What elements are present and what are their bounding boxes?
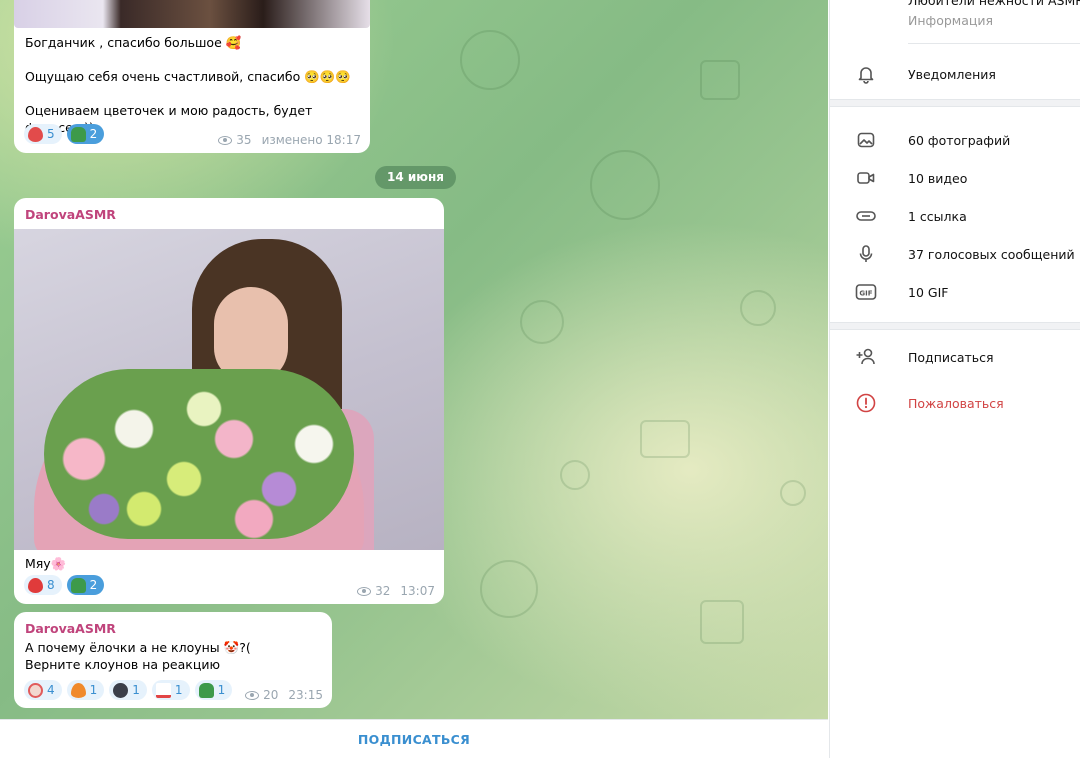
message-photo[interactable] — [14, 229, 444, 550]
photo-icon — [855, 129, 877, 151]
subscribe-row[interactable]: Подписаться — [830, 340, 1080, 374]
reaction-moon[interactable]: 1 — [109, 680, 147, 700]
new-moon-face-icon — [113, 682, 129, 698]
link-icon — [855, 205, 877, 227]
warning-icon — [855, 392, 877, 414]
subscribe-label: Подписаться — [908, 349, 994, 365]
section-separator — [830, 99, 1080, 107]
add-user-icon — [855, 346, 877, 368]
reaction-clown[interactable]: 4 — [24, 680, 62, 700]
reaction-tree[interactable]: 1 — [194, 680, 233, 700]
wallpaper-doodle — [590, 150, 660, 220]
message-bubble[interactable]: DarovaASMR А почему ёлочки а не клоуны 🤡… — [14, 612, 332, 708]
reactions-row: 4 1 1 1 1 — [24, 680, 233, 700]
svg-text:GIF: GIF — [859, 290, 872, 298]
reaction-tree[interactable]: 2 — [66, 575, 105, 595]
microphone-icon — [855, 243, 877, 265]
chat-area: Богданчик , спасибо большое 🥰 Ощущаю себ… — [0, 0, 828, 719]
notifications-row[interactable]: Уведомления — [830, 57, 1080, 91]
reactions-row: 8 2 — [24, 575, 105, 595]
wallpaper-doodle — [460, 30, 520, 90]
christmas-tree-icon — [70, 577, 86, 593]
message-bubble[interactable]: DarovaASMR Мяу🌸 8 2 32 13:07 — [14, 198, 444, 604]
section-separator — [830, 322, 1080, 330]
reaction-heart[interactable]: 8 — [24, 575, 62, 595]
media-gif-row[interactable]: GIF 10 GIF — [830, 275, 1080, 309]
message-text: Богданчик , спасибо большое 🥰 Ощущаю себ… — [25, 35, 351, 135]
bell-icon — [855, 63, 877, 85]
report-label: Пожаловаться — [908, 395, 1004, 411]
message-meta: 35 изменено 18:17 — [218, 133, 361, 147]
heart-fire-icon — [28, 126, 43, 142]
hundred-points-icon — [155, 682, 171, 698]
video-icon — [855, 167, 877, 189]
views-count: 20 — [263, 688, 279, 702]
message-photo-crop[interactable] — [14, 0, 370, 28]
media-videos-row[interactable]: 10 видео — [830, 161, 1080, 195]
media-voice-label: 37 голосовых сообщений — [908, 246, 1075, 262]
media-photos-row[interactable]: 60 фотографий — [830, 123, 1080, 157]
reaction-hundred[interactable]: 1 — [151, 680, 190, 700]
wallpaper-doodle — [480, 560, 538, 618]
wallpaper-doodle — [740, 290, 776, 326]
notifications-label: Уведомления — [908, 66, 996, 82]
report-row[interactable]: Пожаловаться — [830, 386, 1080, 420]
heart-icon — [28, 577, 43, 593]
wallpaper-doodle — [520, 300, 564, 344]
media-photos-label: 60 фотографий — [908, 132, 1011, 148]
message-time: 13:07 — [400, 584, 435, 598]
channel-name: Любители нежности ASMR — [908, 0, 1080, 8]
channel-info-label: Информация — [908, 13, 994, 28]
subscribe-button[interactable]: ПОДПИСАТЬСЯ — [358, 732, 470, 747]
clown-icon — [28, 682, 43, 698]
reactions-row: 5 2 — [24, 124, 105, 144]
christmas-tree-icon — [198, 682, 214, 698]
media-links-row[interactable]: 1 ссылка — [830, 199, 1080, 233]
media-links-label: 1 ссылка — [908, 208, 967, 224]
message-bubble[interactable]: Богданчик , спасибо большое 🥰 Ощущаю себ… — [14, 0, 370, 153]
views-eye-icon — [245, 690, 260, 700]
reaction-fire[interactable]: 1 — [66, 680, 105, 700]
media-videos-label: 10 видео — [908, 170, 968, 186]
message-meta: 32 13:07 — [357, 584, 435, 598]
views-eye-icon — [357, 586, 372, 596]
gif-icon: GIF — [855, 281, 877, 303]
media-gif-label: 10 GIF — [908, 284, 949, 300]
reaction-tree[interactable]: 2 — [66, 124, 105, 144]
views-count: 32 — [375, 584, 391, 598]
message-author[interactable]: DarovaASMR — [25, 207, 116, 222]
reaction-heart-fire[interactable]: 5 — [24, 124, 62, 144]
wallpaper-doodle — [780, 480, 806, 506]
subscribe-bar: ПОДПИСАТЬСЯ — [0, 719, 828, 758]
media-voice-row[interactable]: 37 голосовых сообщений — [830, 237, 1080, 271]
message-text: А почему ёлочки а не клоуны 🤡?( Верните … — [25, 640, 251, 672]
message-time: 23:15 — [288, 688, 323, 702]
wallpaper-doodle — [560, 460, 590, 490]
message-text: Мяу🌸 — [25, 556, 67, 571]
date-separator: 14 июня — [375, 166, 456, 189]
wallpaper-doodle — [700, 600, 744, 644]
message-author[interactable]: DarovaASMR — [25, 621, 116, 636]
christmas-tree-icon — [70, 126, 86, 142]
channel-info-panel: Любители нежности ASMR Информация Уведом… — [829, 0, 1080, 758]
wallpaper-doodle — [640, 420, 690, 458]
message-meta: 20 23:15 — [245, 688, 323, 702]
wallpaper-doodle — [700, 60, 740, 100]
photo-flowers — [44, 369, 354, 539]
panel-divider — [908, 43, 1080, 44]
views-eye-icon — [218, 135, 233, 145]
views-count: 35 — [236, 133, 252, 147]
fire-icon — [70, 682, 86, 698]
message-time: изменено 18:17 — [261, 133, 361, 147]
